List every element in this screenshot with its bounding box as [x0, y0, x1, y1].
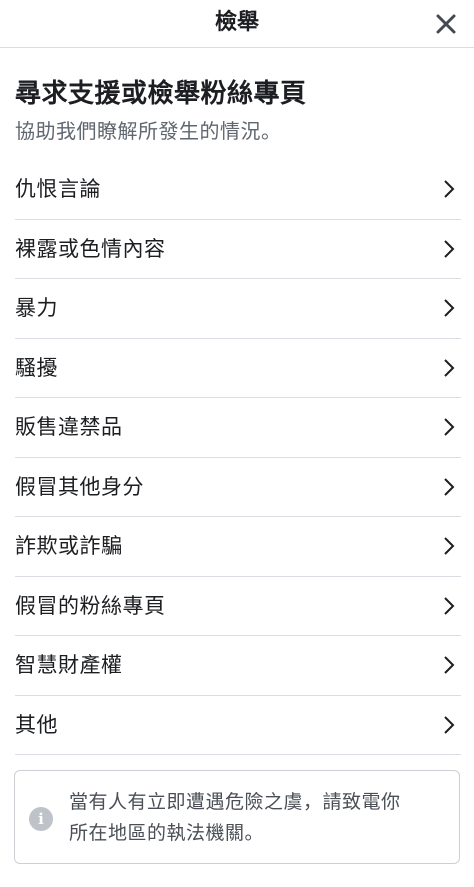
option-label: 騷擾	[15, 355, 58, 380]
chevron-right-icon	[441, 297, 457, 319]
option-illegal-sales[interactable]: 販售違禁品	[15, 398, 461, 458]
intro-title: 尋求支援或檢舉粉絲專頁	[15, 79, 307, 109]
option-nudity[interactable]: 裸露或色情內容	[15, 220, 461, 279]
option-harassment[interactable]: 騷擾	[15, 339, 461, 398]
option-hate-speech[interactable]: 仇恨言論	[15, 160, 461, 220]
notice-text: 當有人有立即遭遇危險之虞，請致電你 所在地區的執法機關。	[69, 787, 401, 849]
chevron-right-icon	[441, 238, 457, 260]
option-label: 暴力	[15, 296, 58, 321]
option-impersonation[interactable]: 假冒其他身分	[15, 458, 461, 517]
option-label: 販售違禁品	[15, 415, 123, 440]
chevron-right-icon	[441, 654, 457, 676]
info-icon: i	[29, 807, 53, 831]
option-intellectual-property[interactable]: 智慧財產權	[15, 636, 461, 696]
option-label: 其他	[15, 712, 58, 737]
close-button[interactable]	[432, 10, 460, 38]
option-violence[interactable]: 暴力	[15, 279, 461, 339]
option-other[interactable]: 其他	[15, 696, 461, 755]
chevron-right-icon	[441, 178, 457, 200]
chevron-right-icon	[441, 416, 457, 438]
chevron-right-icon	[441, 357, 457, 379]
option-label: 假冒其他身分	[15, 474, 144, 499]
option-label: 裸露或色情內容	[15, 236, 166, 261]
option-label: 仇恨言論	[15, 177, 101, 202]
dialog-title: 檢舉	[214, 10, 259, 35]
chevron-right-icon	[441, 535, 457, 557]
emergency-notice: i 當有人有立即遭遇危險之虞，請致電你 所在地區的執法機關。	[14, 770, 460, 864]
option-fake-page[interactable]: 假冒的粉絲專頁	[15, 577, 461, 636]
chevron-right-icon	[441, 476, 457, 498]
notice-line: 當有人有立即遭遇危險之虞，請致電你	[69, 791, 401, 813]
option-label: 詐欺或詐騙	[15, 534, 123, 559]
close-icon	[436, 14, 456, 34]
dialog-header: 檢舉	[0, 0, 474, 48]
chevron-right-icon	[441, 714, 457, 736]
notice-line: 所在地區的執法機關。	[69, 822, 265, 844]
option-label: 假冒的粉絲專頁	[15, 593, 166, 618]
option-label: 智慧財產權	[15, 653, 123, 678]
chevron-right-icon	[441, 595, 457, 617]
intro-section: 尋求支援或檢舉粉絲專頁 協助我們瞭解所發生的情況。	[15, 76, 459, 146]
report-option-list: 仇恨言論 裸露或色情內容 暴力 騷擾 販售違禁品 假冒其他身分 詐欺或詐騙 假冒…	[15, 160, 461, 755]
option-fraud-scam[interactable]: 詐欺或詐騙	[15, 517, 461, 577]
intro-subtitle: 協助我們瞭解所發生的情況。	[15, 119, 282, 143]
